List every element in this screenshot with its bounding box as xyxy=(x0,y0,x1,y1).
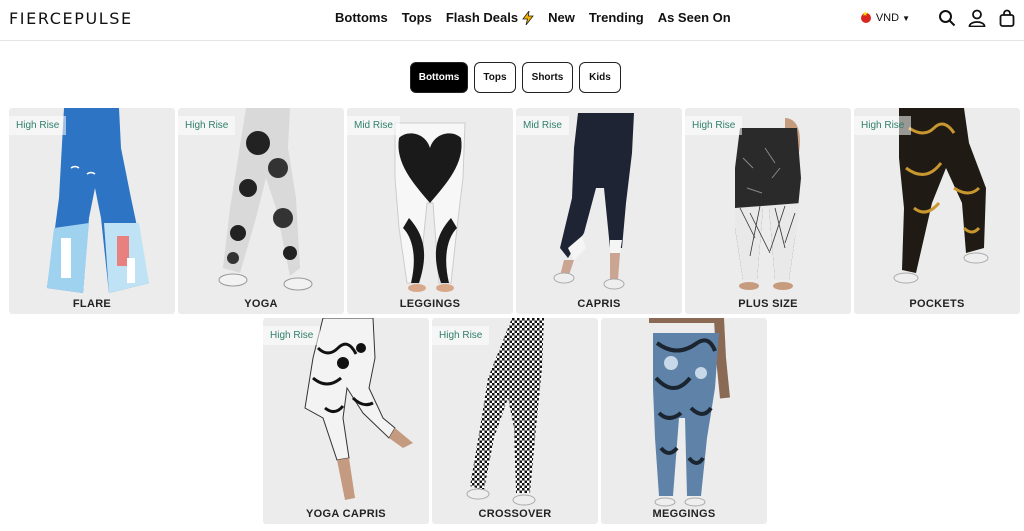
product-image xyxy=(893,108,989,284)
chevron-down-icon: ▼ xyxy=(902,13,910,23)
tab-tops[interactable]: Tops xyxy=(474,62,516,93)
nav-item-bottoms[interactable]: Bottoms xyxy=(335,10,388,25)
nav-label: Bottoms xyxy=(335,10,388,25)
account-icon[interactable] xyxy=(968,9,986,27)
nav-label: Flash Deals xyxy=(445,10,519,25)
product-title: POCKETS xyxy=(909,298,965,310)
product-card-leggings[interactable]: Mid Rise LEGGINGS xyxy=(347,108,513,314)
tab-bottoms[interactable]: Bottoms xyxy=(410,62,468,93)
cart-icon[interactable] xyxy=(998,9,1016,27)
nav-item-trending[interactable]: Trending xyxy=(589,10,644,25)
tab-kids[interactable]: Kids xyxy=(579,62,621,93)
product-title: PLUS SIZE xyxy=(738,298,798,310)
product-title: CAPRIS xyxy=(577,298,621,310)
rise-badge: High Rise xyxy=(432,326,490,345)
product-card-flare[interactable]: High Rise FLARE xyxy=(9,108,175,314)
nav-label: New xyxy=(548,10,575,25)
rise-badge: High Rise xyxy=(263,326,321,345)
product-title: YOGA CAPRIS xyxy=(306,508,386,520)
nav-item-as-seen-on[interactable]: As Seen On xyxy=(658,10,731,25)
product-image xyxy=(394,122,466,292)
nav-label: Tops xyxy=(401,10,432,25)
product-title: CROSSOVER xyxy=(478,508,552,520)
header-actions: VND ▼ xyxy=(860,8,1016,28)
product-image xyxy=(218,108,313,291)
product-card-plus-size[interactable]: High Rise PLUS SIZE xyxy=(685,108,851,314)
product-image xyxy=(553,113,634,290)
product-card-yoga[interactable]: High Rise YOGA xyxy=(178,108,344,314)
nav-label: As Seen On xyxy=(657,10,731,25)
tab-shorts[interactable]: Shorts xyxy=(522,62,573,93)
brand-logo[interactable]: FIERCEPULSE xyxy=(9,9,133,28)
rise-badge: High Rise xyxy=(178,116,236,135)
vietnam-flag-icon xyxy=(860,10,871,23)
product-card-crossover[interactable]: High Rise CROSSOVER xyxy=(432,318,598,524)
product-title: LEGGINGS xyxy=(399,298,461,310)
product-card-meggings[interactable]: MEGGINGS xyxy=(601,318,767,524)
product-image xyxy=(649,318,730,507)
product-card-yoga-capris[interactable]: High Rise YOGA CAPRIS xyxy=(263,318,429,524)
product-image xyxy=(466,318,544,506)
currency-selector[interactable]: VND ▼ xyxy=(860,10,910,24)
rise-badge: Mid Rise xyxy=(347,116,400,135)
rise-badge: High Rise xyxy=(685,116,743,135)
main-nav: Bottoms Tops Flash Deals New Trending As… xyxy=(335,10,745,25)
lightning-icon xyxy=(522,10,534,25)
rise-badge: High Rise xyxy=(854,116,912,135)
nav-label: Trending xyxy=(588,10,644,25)
nav-item-tops[interactable]: Tops xyxy=(402,10,432,25)
site-header: FIERCEPULSE Bottoms Tops Flash Deals New… xyxy=(0,0,1024,41)
nav-item-flash-deals[interactable]: Flash Deals xyxy=(446,10,534,25)
product-image xyxy=(735,118,801,290)
rise-badge: High Rise xyxy=(9,116,67,135)
product-image xyxy=(304,318,413,500)
product-card-capris[interactable]: Mid Rise CAPRIS xyxy=(516,108,682,314)
product-image xyxy=(47,108,149,293)
product-card-pockets[interactable]: High Rise POCKETS xyxy=(854,108,1020,314)
product-title: FLARE xyxy=(72,298,112,310)
product-title: YOGA xyxy=(244,298,278,310)
search-icon[interactable] xyxy=(938,9,956,27)
rise-badge: Mid Rise xyxy=(516,116,569,135)
category-tabs: Bottoms Tops Shorts Kids xyxy=(410,62,627,93)
nav-item-new[interactable]: New xyxy=(548,10,575,25)
currency-label: VND xyxy=(875,12,900,24)
product-title: MEGGINGS xyxy=(652,508,716,520)
